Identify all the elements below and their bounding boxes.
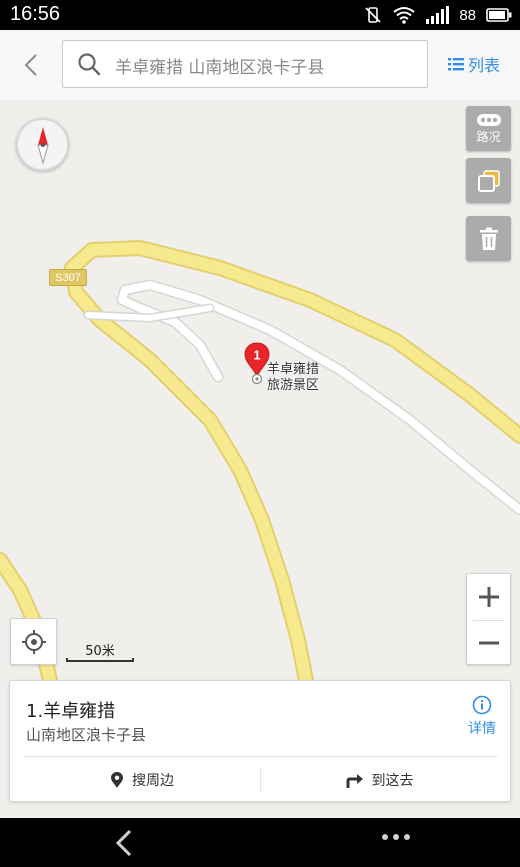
back-button[interactable] [14, 48, 48, 82]
chevron-left-icon [24, 54, 37, 76]
zoom-divider [473, 620, 504, 621]
system-back-button[interactable] [110, 828, 138, 858]
minus-icon [478, 641, 499, 645]
battery-level: 88 [459, 6, 476, 24]
nearby-search-button[interactable]: 搜周边 [24, 757, 260, 803]
poi-label-line2: 旅游景区 [267, 378, 320, 393]
signal-icon [426, 6, 450, 24]
detail-label: 详情 [468, 721, 496, 737]
menu-dot-icon [393, 834, 399, 840]
menu-dot-icon [382, 834, 388, 840]
route-label: 到这去 [371, 773, 414, 789]
system-nav-bar [0, 818, 520, 867]
traffic-icon [476, 113, 501, 126]
menu-dot-icon [404, 834, 410, 840]
poi-label-line1: 羊卓雍措 [267, 362, 320, 377]
zoom-out-button[interactable] [467, 620, 510, 666]
trash-icon [479, 227, 498, 250]
result-subtitle: 山南地区浪卡子县 [26, 726, 147, 744]
wifi-icon [393, 7, 415, 24]
route-arrow-icon [346, 774, 363, 788]
info-icon [472, 695, 492, 715]
status-bar: 16:56 88 [0, 0, 520, 30]
locate-icon [21, 629, 46, 654]
map-scale: 50米 [66, 638, 134, 664]
search-input[interactable]: 羊卓雍措 山南地区浪卡子县 [62, 40, 428, 88]
route-button[interactable]: 到这去 [261, 757, 498, 803]
locate-button[interactable] [10, 618, 57, 665]
zoom-control [466, 573, 511, 665]
location-pin-icon [111, 772, 123, 788]
top-bar: 羊卓雍措 山南地区浪卡子县 列表 [0, 30, 520, 100]
status-time: 16:56 [10, 3, 61, 25]
layers-button[interactable] [466, 158, 511, 203]
search-text: 羊卓雍措 山南地区浪卡子县 [115, 58, 325, 78]
scale-label: 50米 [85, 644, 115, 659]
traffic-button[interactable]: 路况 [466, 106, 511, 151]
compass-icon [36, 126, 49, 165]
result-title: 1.羊卓雍措 [26, 701, 116, 722]
clear-button[interactable] [466, 216, 511, 261]
battery-icon [486, 8, 512, 22]
vibrate-off-icon [365, 7, 381, 23]
back-arrow-icon [115, 829, 132, 857]
zoom-in-button[interactable] [467, 574, 510, 620]
nearby-label: 搜周边 [132, 773, 174, 789]
poi-label[interactable]: 羊卓雍措 旅游景区 [267, 362, 319, 394]
road-shield-s307: S307 [49, 269, 87, 286]
detail-button[interactable]: 详情 [463, 695, 501, 738]
search-icon [78, 53, 101, 76]
compass-button[interactable] [16, 118, 69, 171]
poi-marker-number: 1 [253, 348, 260, 363]
traffic-label: 路况 [476, 129, 501, 144]
layers-icon [477, 169, 500, 192]
system-menu-button[interactable] [382, 834, 410, 840]
list-label: 列表 [468, 56, 501, 75]
status-icons: 88 [363, 5, 512, 25]
result-card[interactable]: 1.羊卓雍措 山南地区浪卡子县 详情 搜周边 到这去 [9, 680, 511, 802]
list-button[interactable]: 列表 [448, 52, 500, 76]
scale-bar [66, 658, 134, 662]
plus-icon [478, 587, 499, 607]
list-icon [448, 58, 464, 71]
